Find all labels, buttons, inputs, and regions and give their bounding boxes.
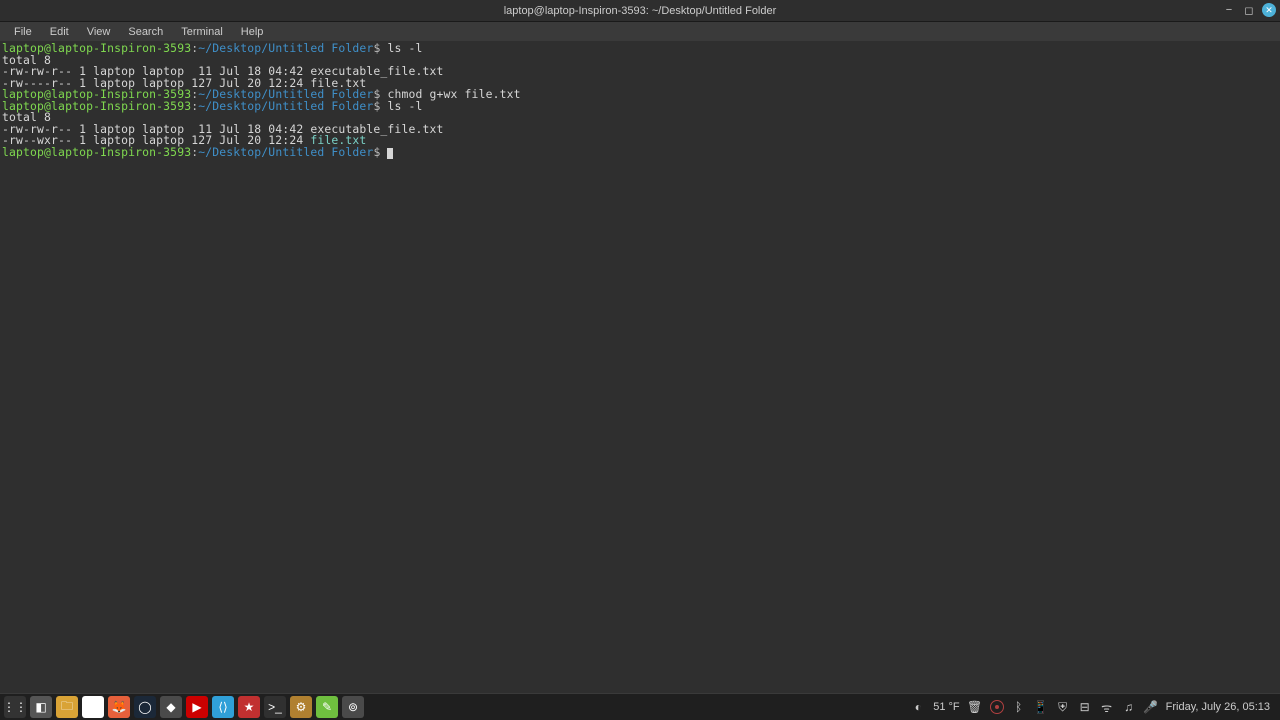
window-controls: − ◻ ✕ (1222, 3, 1276, 17)
maximize-button[interactable]: ◻ (1242, 3, 1256, 17)
app2-icon[interactable]: ★ (238, 696, 260, 718)
terminal-icon[interactable]: >_ (264, 696, 286, 718)
youtube-icon[interactable]: ▶ (186, 696, 208, 718)
mint-icon[interactable]: ⊚ (342, 696, 364, 718)
weather-text[interactable]: 51 °F (933, 701, 959, 713)
night-icon[interactable]: ◐ (911, 700, 925, 714)
system-tray: ◐ 51 °F 🗑 ᛒ 📱 ⛨ ⊟ ᯤ ♫ 🎤 Friday, July 26,… (911, 700, 1276, 714)
taskbar: ⋮⋮◧🗀◉🦊◯◆▶⟨⟩★>_⚙✎⊚ ◐ 51 °F 🗑 ᛒ 📱 ⛨ ⊟ ᯤ ♫ … (0, 693, 1280, 720)
editor-icon[interactable]: ✎ (316, 696, 338, 718)
menu-edit[interactable]: Edit (42, 24, 77, 40)
menu-view[interactable]: View (79, 24, 119, 40)
phone-icon[interactable]: 📱 (1034, 700, 1048, 714)
window-titlebar: laptop@laptop-Inspiron-3593: ~/Desktop/U… (0, 0, 1280, 22)
updates-icon[interactable]: ⛨ (1056, 700, 1070, 714)
wifi-icon[interactable]: ᯤ (1100, 700, 1114, 714)
menu-help[interactable]: Help (233, 24, 272, 40)
disk-icon[interactable]: ⊟ (1078, 700, 1092, 714)
obs-recording-icon[interactable] (990, 700, 1004, 714)
firefox-icon[interactable]: 🦊 (108, 696, 130, 718)
menu-terminal[interactable]: Terminal (173, 24, 231, 40)
vscode-icon[interactable]: ⟨⟩ (212, 696, 234, 718)
menu-icon[interactable]: ⋮⋮ (4, 696, 26, 718)
menu-search[interactable]: Search (120, 24, 171, 40)
terminal-output[interactable]: laptop@laptop-Inspiron-3593:~/Desktop/Un… (0, 41, 1280, 693)
battery-icon[interactable]: 🗑 (968, 700, 982, 714)
files-icon[interactable]: 🗀 (56, 696, 78, 718)
bluetooth-icon[interactable]: ᛒ (1012, 700, 1026, 714)
show-desktop-icon[interactable]: ◧ (30, 696, 52, 718)
minimize-button[interactable]: − (1222, 3, 1236, 17)
taskbar-apps: ⋮⋮◧🗀◉🦊◯◆▶⟨⟩★>_⚙✎⊚ (4, 696, 364, 718)
mic-icon[interactable]: 🎤 (1144, 700, 1158, 714)
app-icon[interactable]: ◆ (160, 696, 182, 718)
chrome-icon[interactable]: ◉ (82, 696, 104, 718)
steam-icon[interactable]: ◯ (134, 696, 156, 718)
volume-icon[interactable]: ♫ (1122, 700, 1136, 714)
menu-file[interactable]: File (6, 24, 40, 40)
settings-icon[interactable]: ⚙ (290, 696, 312, 718)
menubar: File Edit View Search Terminal Help (0, 22, 1280, 41)
clock-text[interactable]: Friday, July 26, 05:13 (1166, 701, 1270, 713)
close-button[interactable]: ✕ (1262, 3, 1276, 17)
window-title: laptop@laptop-Inspiron-3593: ~/Desktop/U… (504, 5, 777, 17)
